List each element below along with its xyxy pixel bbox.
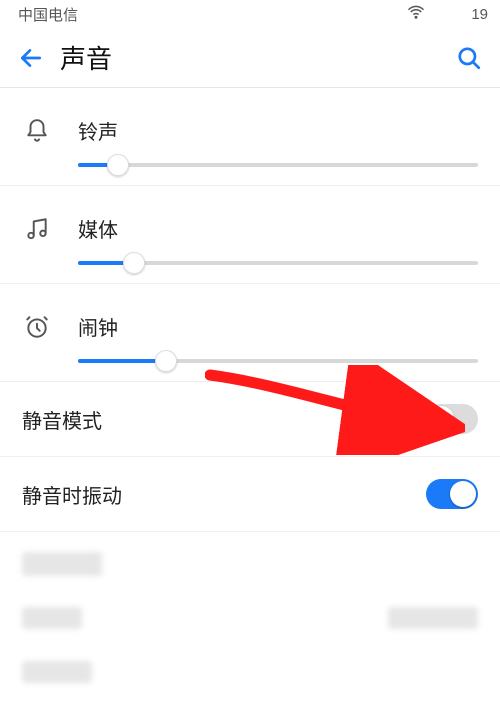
carrier-label: 中国电信 [18, 4, 78, 25]
silent-mode-row: 静音模式 [0, 382, 500, 457]
blurred-section [0, 532, 500, 718]
content: 铃声 媒体 [0, 88, 500, 718]
silent-mode-label: 静音模式 [22, 405, 102, 434]
alarm-slider-row: 闹钟 [0, 284, 500, 382]
list-item[interactable] [22, 544, 478, 584]
list-item[interactable] [22, 652, 478, 692]
search-icon[interactable] [456, 45, 482, 71]
back-arrow-icon[interactable] [18, 45, 44, 71]
music-icon [22, 214, 52, 244]
media-slider[interactable] [78, 261, 478, 265]
page-title: 声音 [60, 39, 456, 76]
alarm-label: 闹钟 [78, 312, 478, 341]
vibrate-silent-toggle[interactable] [426, 479, 478, 509]
alarm-slider[interactable] [78, 359, 478, 363]
media-slider-row: 媒体 [0, 186, 500, 284]
ringtone-label: 铃声 [78, 116, 478, 145]
status-bar: 中国电信 19 [0, 0, 500, 28]
list-item[interactable] [22, 598, 478, 638]
media-label: 媒体 [78, 214, 478, 243]
clock-icon [22, 312, 52, 342]
header: 声音 [0, 28, 500, 88]
bell-icon [22, 116, 52, 146]
vibrate-silent-label: 静音时振动 [22, 480, 122, 509]
time-fragment: 19 [471, 6, 488, 23]
ringtone-slider[interactable] [78, 163, 478, 167]
wifi-icon [407, 3, 425, 25]
ringtone-slider-row: 铃声 [0, 88, 500, 186]
vibrate-silent-row: 静音时振动 [0, 457, 500, 532]
silent-mode-toggle[interactable] [426, 404, 478, 434]
